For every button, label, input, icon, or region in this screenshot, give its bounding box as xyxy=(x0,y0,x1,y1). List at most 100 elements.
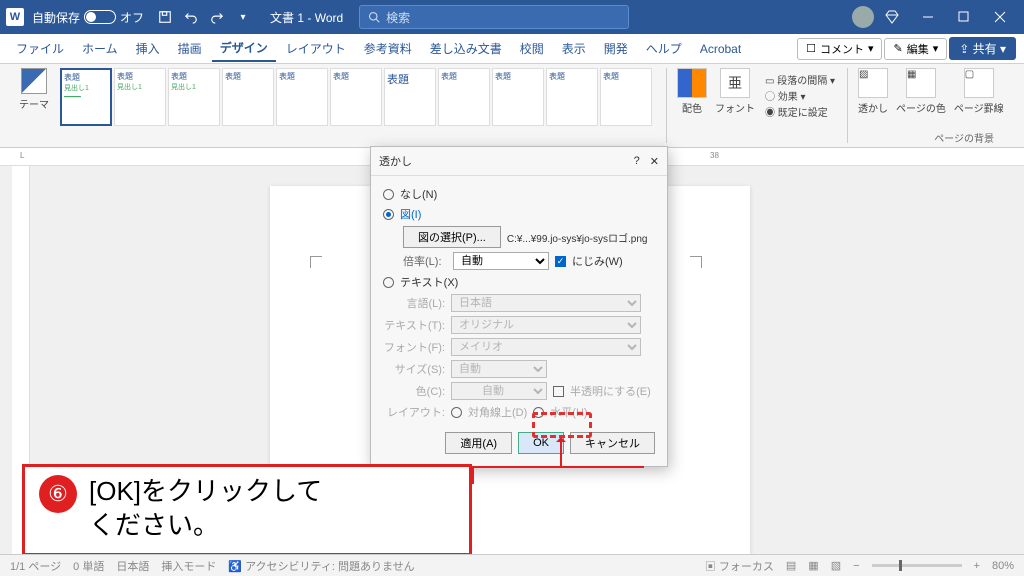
menu-layout[interactable]: レイアウト xyxy=(278,36,354,61)
user-avatar-icon[interactable] xyxy=(852,6,874,28)
qat-more-icon[interactable]: ▾ xyxy=(232,6,254,28)
radio-horizontal xyxy=(533,407,544,418)
autosave-toggle[interactable]: 自動保存 オフ xyxy=(32,9,144,26)
menu-review[interactable]: 校閲 xyxy=(512,36,552,61)
menu-acrobat[interactable]: Acrobat xyxy=(692,38,749,60)
menu-help[interactable]: ヘルプ xyxy=(638,36,690,61)
cancel-button[interactable]: キャンセル xyxy=(570,432,655,454)
set-default-button[interactable]: ◉ 既定に設定 xyxy=(765,104,835,119)
premium-icon[interactable] xyxy=(884,9,900,25)
colors-icon xyxy=(677,68,707,98)
menu-insert[interactable]: 挿入 xyxy=(128,36,168,61)
zoom-in-button[interactable]: + xyxy=(974,560,980,572)
comments-button[interactable]: ☐ コメント ▾ xyxy=(797,38,882,60)
search-box[interactable]: 検索 xyxy=(359,5,629,29)
theme-swatch-icon xyxy=(21,68,47,94)
gallery-item[interactable]: 表題見出し1 xyxy=(114,68,166,126)
radio-text[interactable] xyxy=(383,277,394,288)
maximize-button[interactable] xyxy=(946,0,982,34)
margin-guide-icon xyxy=(690,256,702,268)
gallery-item[interactable]: 表題 xyxy=(276,68,328,126)
gallery-item[interactable]: 表題見出し1━━━━ xyxy=(60,68,112,126)
minimize-button[interactable] xyxy=(910,0,946,34)
picture-path: C:¥...¥99.jo-sys¥jo-sysロゴ.png xyxy=(507,230,648,245)
menu-references[interactable]: 参考資料 xyxy=(356,36,420,61)
view-print-icon[interactable]: ▦ xyxy=(808,559,818,572)
autosave-label: 自動保存 xyxy=(32,9,80,26)
fonts-button[interactable]: 亜フォント xyxy=(711,68,759,143)
annotation-line xyxy=(472,466,474,484)
zoom-slider[interactable] xyxy=(872,564,962,567)
zoom-out-button[interactable]: − xyxy=(853,560,859,572)
radio-picture[interactable] xyxy=(383,209,394,220)
status-words[interactable]: 0 単語 xyxy=(73,558,104,574)
page-border-icon: ▢ xyxy=(964,68,994,98)
gallery-item[interactable]: 表題 xyxy=(546,68,598,126)
status-bar: 1/1 ページ 0 単語 日本語 挿入モード ♿ アクセシビリティ: 問題ありま… xyxy=(0,554,1024,576)
effects-button[interactable]: ◯ 効果 ▾ xyxy=(765,88,835,103)
gallery-item[interactable]: 表題 xyxy=(222,68,274,126)
view-read-icon[interactable]: ▤ xyxy=(786,559,796,572)
menu-bar: ファイル ホーム 挿入 描画 デザイン レイアウト 参考資料 差し込み文書 校閲… xyxy=(0,34,1024,64)
annotation-arrow xyxy=(560,440,562,468)
dialog-title: 透かし xyxy=(379,153,412,169)
toggle-switch-icon[interactable] xyxy=(84,10,116,24)
radio-none[interactable] xyxy=(383,189,394,200)
menu-draw[interactable]: 描画 xyxy=(170,36,210,61)
user-name xyxy=(796,9,844,26)
language-select: 日本語 xyxy=(451,294,641,312)
menu-developer[interactable]: 開発 xyxy=(596,36,636,61)
search-icon xyxy=(368,11,380,23)
instruction-callout: ⑥ [OK]をクリックして ください。 xyxy=(22,464,472,556)
ribbon-design: テーマ 表題見出し1━━━━ 表題見出し1 表題見出し1 表題 表題 表題 表題… xyxy=(0,64,1024,148)
close-button[interactable] xyxy=(982,0,1018,34)
select-picture-button[interactable]: 図の選択(P)... xyxy=(403,226,501,248)
annotation-line xyxy=(472,466,561,468)
apply-button[interactable]: 適用(A) xyxy=(445,432,512,454)
style-gallery[interactable]: 表題見出し1━━━━ 表題見出し1 表題見出し1 表題 表題 表題 表題 表題 … xyxy=(60,68,660,143)
editing-mode-button[interactable]: ✎ 編集 ▾ xyxy=(884,38,947,60)
dialog-close-button[interactable]: ✕ xyxy=(650,155,659,168)
semitransparent-checkbox xyxy=(553,386,564,397)
menu-file[interactable]: ファイル xyxy=(8,36,72,61)
callout-text: ください。 xyxy=(89,509,322,543)
gallery-item[interactable]: 表題 xyxy=(600,68,652,126)
margin-guide-icon xyxy=(310,256,322,268)
gallery-item[interactable]: 表題 xyxy=(492,68,544,126)
step-number-badge: ⑥ xyxy=(39,475,77,513)
callout-text: [OK]をクリックして xyxy=(89,475,322,509)
menu-design[interactable]: デザイン xyxy=(212,35,276,62)
colors-button[interactable]: 配色 xyxy=(673,68,711,143)
menu-view[interactable]: 表示 xyxy=(554,36,594,61)
app-icon: W xyxy=(6,8,24,26)
gallery-item[interactable]: 表題見出し1 xyxy=(168,68,220,126)
view-web-icon[interactable]: ▧ xyxy=(831,559,841,572)
radio-diagonal xyxy=(451,407,462,418)
zoom-level[interactable]: 80% xyxy=(992,560,1014,572)
redo-icon[interactable] xyxy=(206,6,228,28)
watermark-button[interactable]: ▨透かし xyxy=(854,68,892,143)
menu-mailings[interactable]: 差し込み文書 xyxy=(422,36,510,61)
menu-home[interactable]: ホーム xyxy=(74,36,126,61)
focus-mode-button[interactable]: ▣ フォーカス xyxy=(705,558,774,574)
gallery-item[interactable]: 表題 xyxy=(438,68,490,126)
gallery-item[interactable]: 表題 xyxy=(330,68,382,126)
undo-icon[interactable] xyxy=(180,6,202,28)
share-button[interactable]: ⇪ 共有 ▾ xyxy=(949,37,1016,60)
washout-checkbox[interactable]: ✓ xyxy=(555,256,566,267)
status-page[interactable]: 1/1 ページ xyxy=(10,558,61,574)
font-select: メイリオ xyxy=(451,338,641,356)
size-select: 自動 xyxy=(451,360,547,378)
paragraph-spacing-button[interactable]: ▭ 段落の間隔 ▾ xyxy=(765,72,835,87)
page-color-icon: ▦ xyxy=(906,68,936,98)
dialog-help-button[interactable]: ? xyxy=(634,155,640,167)
themes-button[interactable]: テーマ xyxy=(14,68,54,143)
status-insert-mode[interactable]: 挿入モード xyxy=(161,558,216,574)
watermark-icon: ▨ xyxy=(858,68,888,98)
status-accessibility[interactable]: ♿ アクセシビリティ: 問題ありません xyxy=(228,558,414,574)
gallery-item[interactable]: 表題 xyxy=(384,68,436,126)
save-icon[interactable] xyxy=(154,6,176,28)
search-placeholder: 検索 xyxy=(386,9,410,26)
scale-select[interactable]: 自動 xyxy=(453,252,549,270)
status-lang[interactable]: 日本語 xyxy=(116,558,149,574)
